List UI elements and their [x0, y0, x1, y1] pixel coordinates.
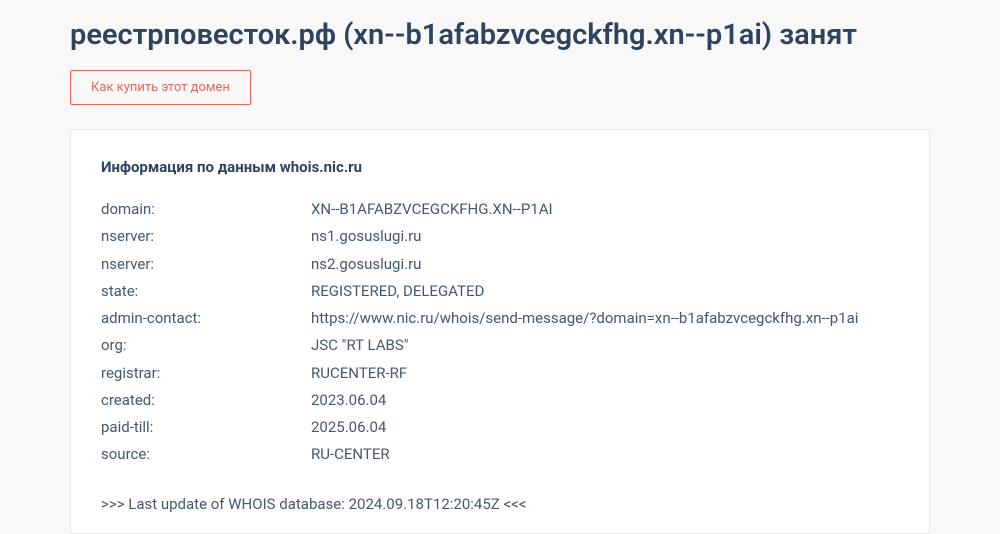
whois-row: admin-contact:https://www.nic.ru/whois/s… — [101, 305, 899, 332]
whois-key: created: — [101, 387, 311, 414]
whois-value: 2025.06.04 — [311, 414, 899, 441]
whois-row: nserver:ns2.gosuslugi.ru — [101, 251, 899, 278]
whois-last-update: >>> Last update of WHOIS database: 2024.… — [101, 495, 899, 513]
whois-key: paid-till: — [101, 414, 311, 441]
whois-value: RU-CENTER — [311, 441, 899, 468]
whois-row: org:JSC "RT LABS" — [101, 332, 899, 359]
buy-domain-button[interactable]: Как купить этот домен — [70, 70, 251, 105]
whois-value: https://www.nic.ru/whois/send-message/?d… — [311, 305, 899, 332]
whois-key: registrar: — [101, 360, 311, 387]
whois-card: Информация по данным whois.nic.ru domain… — [70, 129, 930, 534]
whois-row: source:RU-CENTER — [101, 441, 899, 468]
whois-row: domain:XN--B1AFABZVCEGCKFHG.XN--P1AI — [101, 196, 899, 223]
page-title: реестрповесток.рф (xn--b1afabzvcegckfhg.… — [70, 18, 930, 52]
whois-key: admin-contact: — [101, 305, 311, 332]
whois-key: state: — [101, 278, 311, 305]
whois-row: registrar:RUCENTER-RF — [101, 360, 899, 387]
whois-value: ns2.gosuslugi.ru — [311, 251, 899, 278]
whois-row: paid-till:2025.06.04 — [101, 414, 899, 441]
whois-row: nserver:ns1.gosuslugi.ru — [101, 223, 899, 250]
whois-value: 2023.06.04 — [311, 387, 899, 414]
whois-key: domain: — [101, 196, 311, 223]
whois-value: REGISTERED, DELEGATED — [311, 278, 899, 305]
whois-key: nserver: — [101, 251, 311, 278]
whois-value: ns1.gosuslugi.ru — [311, 223, 899, 250]
whois-row: created:2023.06.04 — [101, 387, 899, 414]
whois-rows: domain:XN--B1AFABZVCEGCKFHG.XN--P1AInser… — [101, 196, 899, 469]
whois-key: source: — [101, 441, 311, 468]
whois-key: nserver: — [101, 223, 311, 250]
whois-row: state:REGISTERED, DELEGATED — [101, 278, 899, 305]
whois-heading: Информация по данным whois.nic.ru — [101, 158, 899, 176]
whois-value: XN--B1AFABZVCEGCKFHG.XN--P1AI — [311, 196, 899, 223]
whois-value: JSC "RT LABS" — [311, 332, 899, 359]
whois-key: org: — [101, 332, 311, 359]
whois-value: RUCENTER-RF — [311, 360, 899, 387]
